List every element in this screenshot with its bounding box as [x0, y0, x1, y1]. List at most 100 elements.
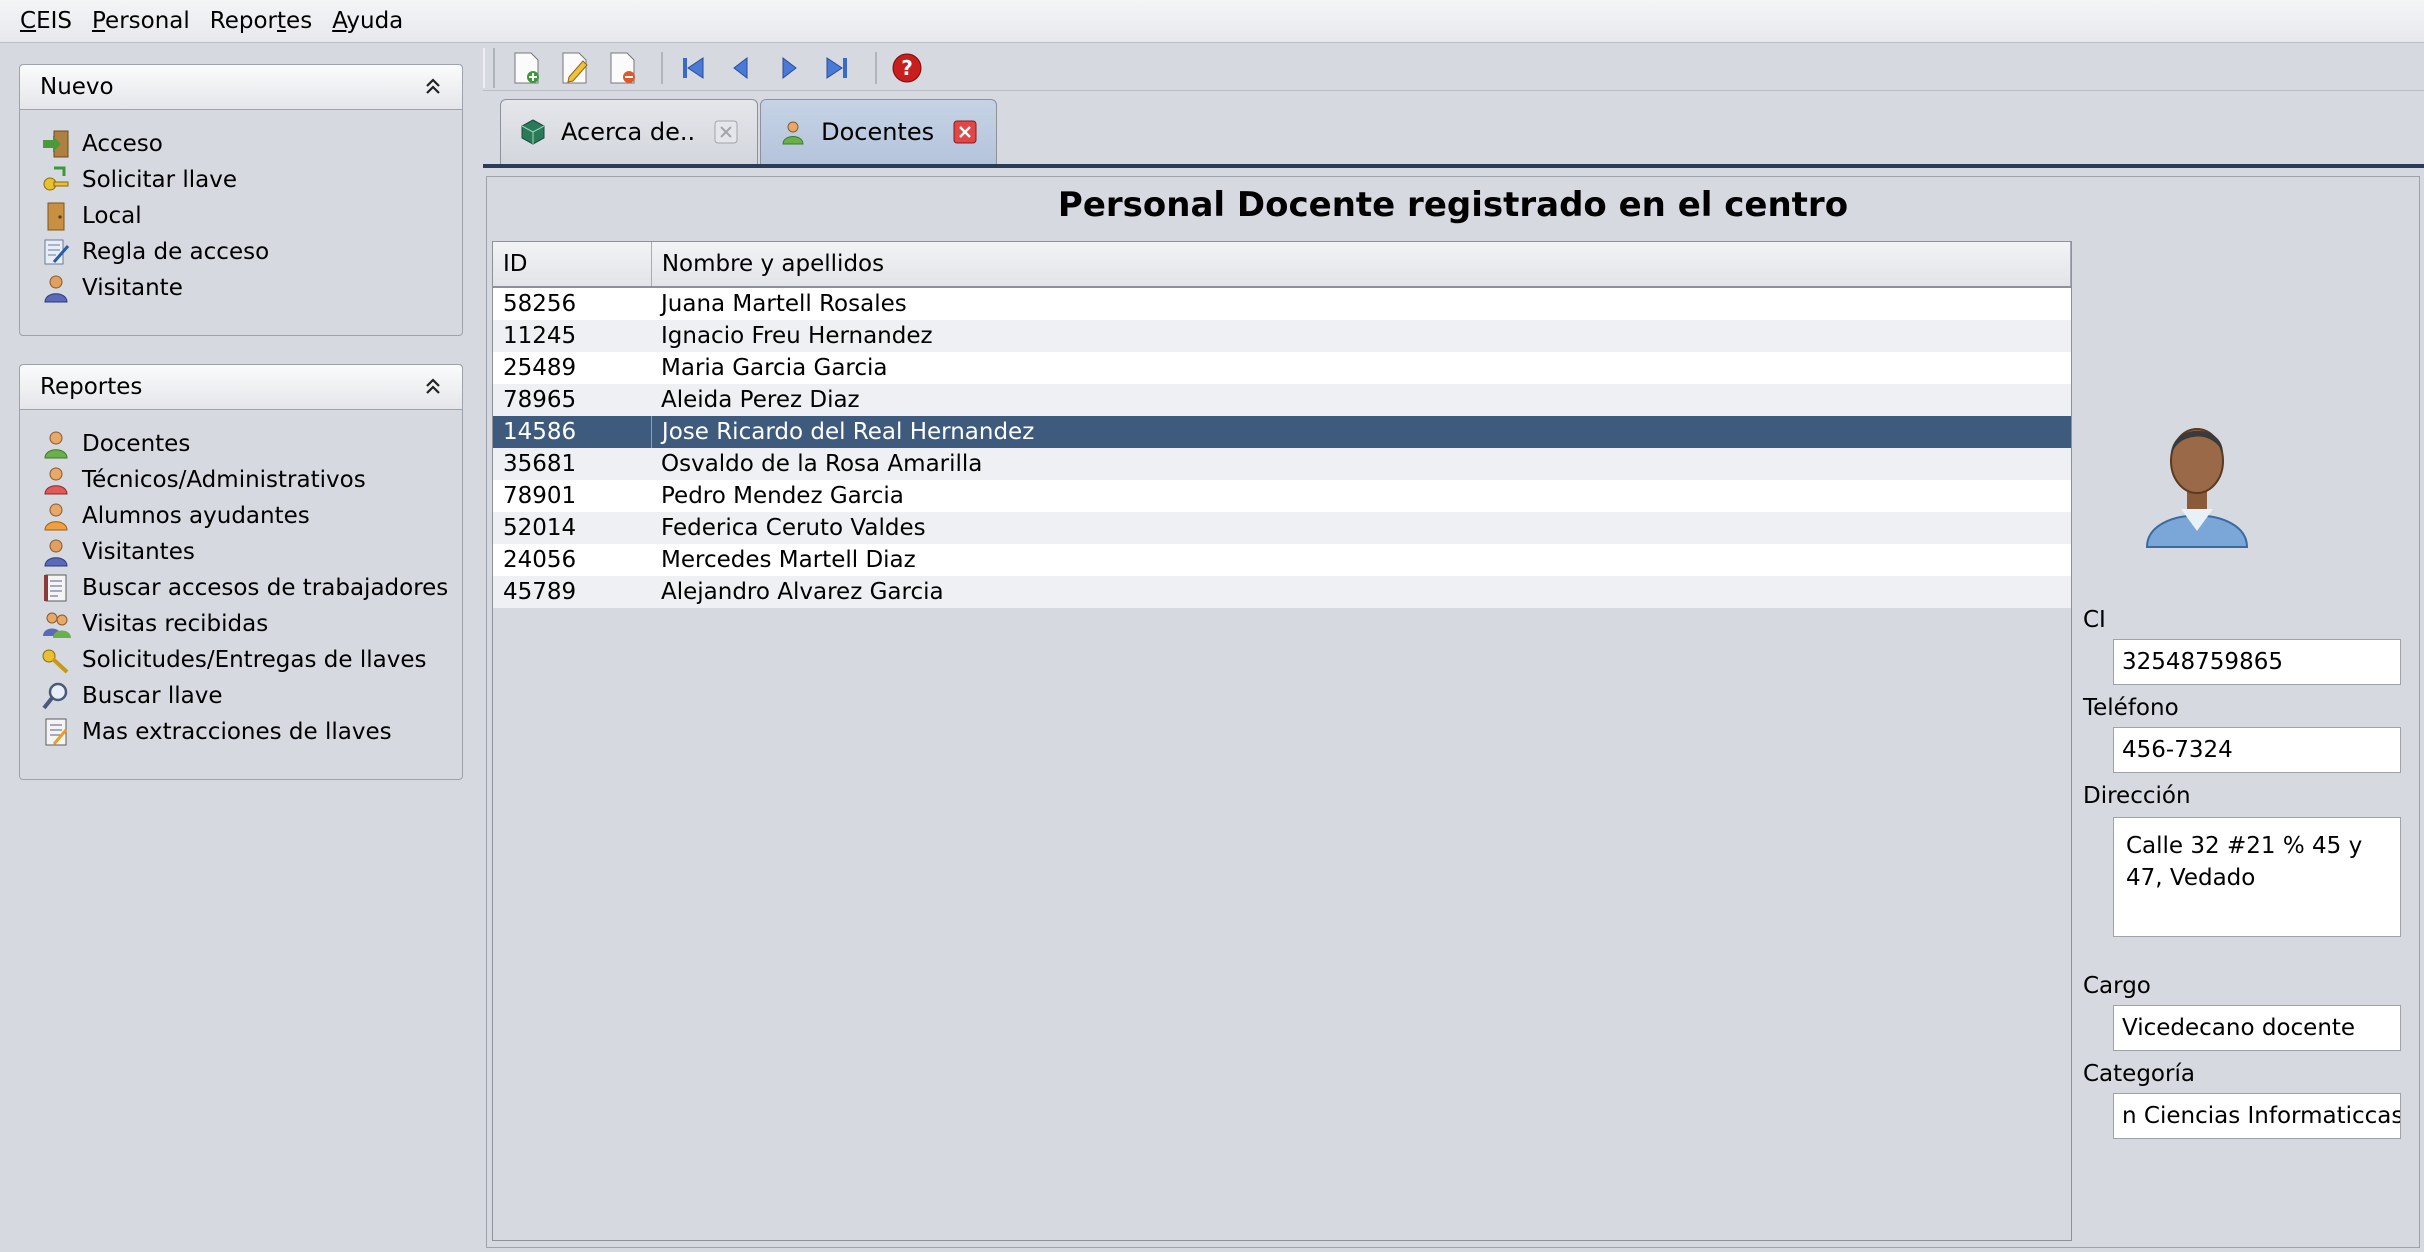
cell-id: 11245 [503, 323, 577, 349]
table-row[interactable]: 52014 Federica Ceruto Valdes [493, 512, 2071, 544]
reportes-item-tecnicos-label: Técnicos/Administrativos [82, 467, 366, 493]
help-icon: ? [892, 53, 922, 83]
nuevo-panel-header[interactable]: Nuevo [20, 65, 462, 110]
cell-name: Pedro Mendez Garcia [661, 483, 904, 509]
table-row[interactable]: 45789 Alejandro Alvarez Garcia [493, 576, 2071, 608]
tab-docentes-label: Docentes [821, 118, 935, 146]
next-icon [782, 56, 797, 80]
tab-acerca-de-label: Acerca de.. [561, 118, 696, 146]
telefono-label: Teléfono [2083, 695, 2179, 721]
reportes-item-alumnos[interactable]: Alumnos ayudantes [20, 498, 462, 534]
nuevo-item-regla-de-acceso[interactable]: Regla de acceso [20, 234, 462, 270]
cell-id: 78965 [503, 387, 577, 413]
reportes-item-solicitudes[interactable]: Solicitudes/Entregas de llaves [20, 642, 462, 678]
menu-ayuda[interactable]: Ayuda [322, 0, 413, 42]
menu-ceis-label: EIS [36, 8, 72, 34]
reportes-panel-title: Reportes [40, 374, 143, 400]
last-record-button[interactable] [817, 48, 857, 88]
nuevo-item-regla-de-acceso-label: Regla de acceso [82, 239, 270, 265]
nuevo-item-solicitar-llave[interactable]: Solicitar llave [20, 162, 462, 198]
reportes-item-visitas[interactable]: Visitas recibidas [20, 606, 462, 642]
log-book-icon [44, 574, 67, 602]
menu-ceis[interactable]: CEIS [0, 0, 82, 42]
nuevo-item-local[interactable]: Local [20, 198, 462, 234]
cell-id: 25489 [503, 355, 577, 381]
column-header-name[interactable]: Nombre y apellidos [652, 242, 2071, 286]
column-header-id[interactable]: ID [493, 242, 652, 286]
reportes-item-buscar-accesos-label: Buscar accesos de trabajadores [82, 575, 449, 601]
cell-id: 52014 [503, 515, 577, 541]
reportes-item-docentes-label: Docentes [82, 431, 191, 457]
nuevo-item-visitante[interactable]: Visitante [20, 270, 462, 306]
key-icon [42, 649, 69, 674]
direccion-field[interactable]: Calle 32 #21 % 45 y 47, Vedado [2113, 817, 2401, 937]
help-button[interactable]: ? [887, 48, 927, 88]
table-row-selected[interactable]: 14586 Jose Ricardo del Real Hernandez [493, 416, 2071, 448]
page-title: Personal Docente registrado en el centro [1057, 185, 1849, 225]
last-icon [826, 57, 847, 79]
toolbar: ? [483, 46, 2424, 91]
cell-name: Aleida Perez Diaz [661, 387, 860, 413]
reportes-item-docentes[interactable]: Docentes [20, 426, 462, 462]
menu-reportes[interactable]: Reportes [200, 0, 322, 42]
svg-text:?: ? [901, 56, 913, 80]
tab-acerca-de[interactable]: Acerca de.. [500, 99, 759, 164]
toolbar-grip[interactable] [483, 48, 495, 88]
table-row[interactable]: 78965 Aleida Perez Diaz [493, 384, 2071, 416]
reportes-item-visitantes-label: Visitantes [82, 539, 195, 565]
new-document-icon [514, 52, 539, 84]
nuevo-panel: Nuevo Acceso Solicitar llave Local Regla… [19, 64, 463, 336]
teacher-icon [782, 121, 804, 145]
reportes-item-visitantes[interactable]: Visitantes [20, 534, 462, 570]
rule-edit-icon [44, 239, 70, 265]
cargo-label: Cargo [2083, 973, 2151, 999]
reportes-item-buscar-accesos[interactable]: Buscar accesos de trabajadores [20, 570, 462, 606]
categoria-label: Categoría [2083, 1061, 2195, 1087]
table-row[interactable]: 78901 Pedro Mendez Garcia [493, 480, 2071, 512]
previous-record-button[interactable] [721, 48, 761, 88]
edit-record-button[interactable] [555, 48, 595, 88]
first-record-button[interactable] [673, 48, 713, 88]
close-icon[interactable] [713, 119, 739, 145]
new-record-button[interactable] [507, 48, 547, 88]
table-row[interactable]: 25489 Maria Garcia Garcia [493, 352, 2071, 384]
table-row[interactable]: 11245 Ignacio Freu Hernandez [493, 320, 2071, 352]
toolbar-separator [661, 52, 663, 84]
reportes-item-extracciones[interactable]: Mas extracciones de llaves [20, 714, 462, 750]
cell-id: 24056 [503, 547, 577, 573]
first-icon [683, 57, 704, 79]
cargo-field[interactable]: Vicedecano docente [2113, 1005, 2401, 1051]
telefono-field[interactable]: 456-7324 [2113, 727, 2401, 773]
menu-bar: CEIS Personal Reportes Ayuda [0, 0, 2424, 43]
table-body: 58256 Juana Martell Rosales 11245 Ignacio … [493, 288, 2071, 608]
reportes-item-buscar-llave[interactable]: Buscar llave [20, 678, 462, 714]
table-row[interactable]: 24056 Mercedes Martell Diaz [493, 544, 2071, 576]
reportes-item-alumnos-label: Alumnos ayudantes [82, 503, 310, 529]
menu-personal[interactable]: Personal [82, 0, 200, 42]
collapse-up-icon[interactable] [424, 377, 442, 397]
menu-ayuda-label: yuda [346, 8, 404, 34]
staff-icon [44, 467, 68, 495]
cell-id: 14586 [493, 416, 652, 448]
menu-reportes-mnemonic: t [277, 8, 287, 34]
table-row[interactable]: 58256 Juana Martell Rosales [493, 288, 2071, 320]
nuevo-item-solicitar-llave-label: Solicitar llave [82, 167, 238, 193]
reportes-item-tecnicos[interactable]: Técnicos/Administrativos [20, 462, 462, 498]
categoria-field[interactable]: n Ciencias Informaticcas [2113, 1093, 2401, 1139]
delete-record-button[interactable] [603, 48, 643, 88]
menu-personal-mnemonic: P [91, 8, 106, 34]
ci-field[interactable]: 32548759865 [2113, 639, 2401, 685]
reportes-panel-header[interactable]: Reportes [20, 365, 462, 410]
cell-name: Mercedes Martell Diaz [661, 547, 916, 573]
ci-label: CI [2083, 607, 2106, 633]
next-record-button[interactable] [769, 48, 809, 88]
close-icon[interactable] [952, 119, 978, 145]
cell-name: Osvaldo de la Rosa Amarilla [661, 451, 983, 477]
tab-docentes[interactable]: Docentes [760, 99, 998, 164]
nuevo-item-acceso[interactable]: Acceso [20, 126, 462, 162]
cell-id: 78901 [503, 483, 577, 509]
delete-document-icon [610, 52, 635, 84]
teacher-icon [44, 431, 68, 459]
table-row[interactable]: 35681 Osvaldo de la Rosa Amarilla [493, 448, 2071, 480]
collapse-up-icon[interactable] [424, 77, 442, 97]
